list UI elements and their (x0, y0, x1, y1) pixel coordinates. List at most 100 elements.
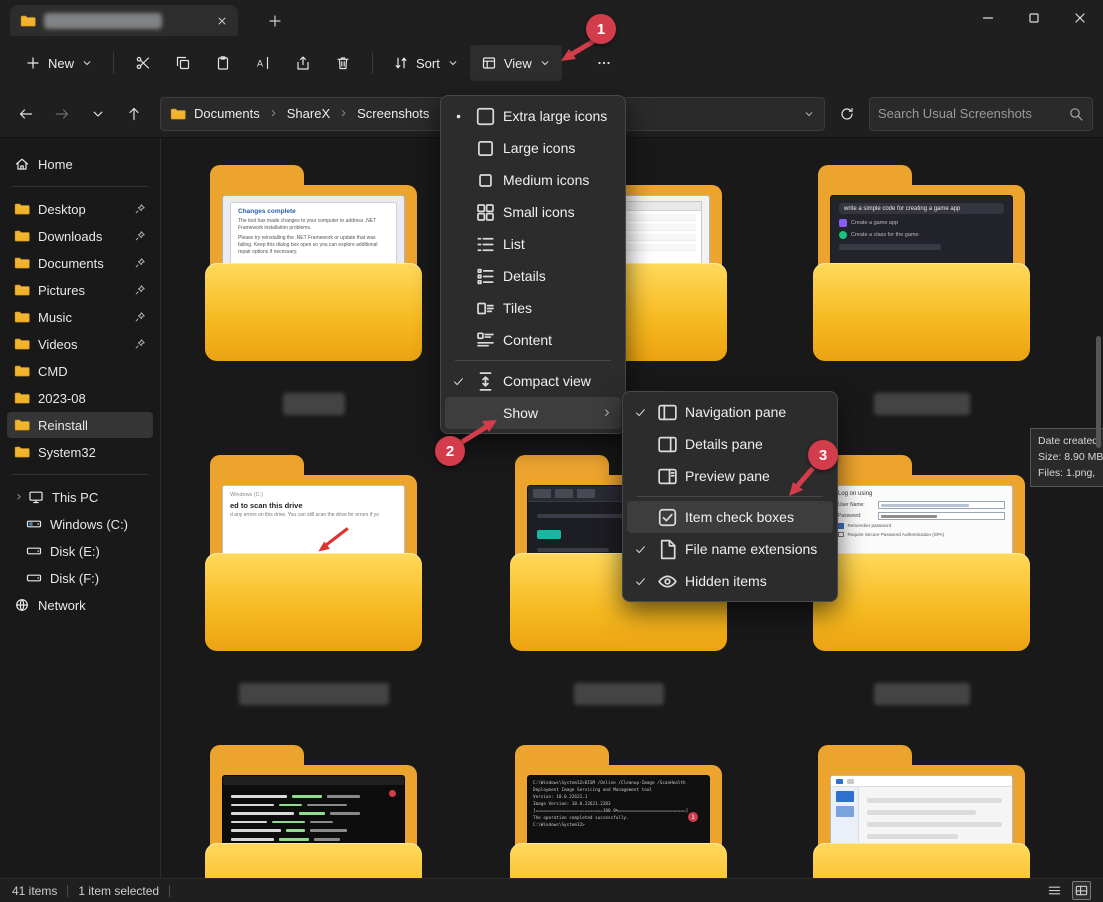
new-button[interactable]: New (14, 45, 104, 81)
menu-item-navigation-pane[interactable]: Navigation pane (627, 396, 833, 428)
breadcrumb-item[interactable]: ShareX (281, 103, 336, 124)
preview-part: Version: 10.0.22621.1 (533, 794, 704, 801)
menu-item-details-pane[interactable]: Details pane (627, 428, 833, 460)
close-button[interactable] (1057, 0, 1103, 36)
delete-button[interactable] (323, 45, 363, 81)
menu-item-list[interactable]: List (445, 228, 621, 260)
menu-item-extra-large-icons[interactable]: Extra large icons (445, 100, 621, 132)
sidebar-item-downloads[interactable]: Downloads (7, 223, 153, 249)
menu-item-compact-view[interactable]: Compact view (445, 365, 621, 397)
sidebar-item-disk-e[interactable]: Disk (E:) (7, 538, 153, 564)
chevron-right-icon[interactable] (338, 108, 349, 119)
menu-item-label: Preview pane (685, 468, 825, 484)
sidebar-item-label: Windows (C:) (50, 517, 146, 532)
preview-part (836, 806, 854, 817)
sidebar-item-documents[interactable]: Documents (7, 250, 153, 276)
rename-button[interactable]: A (243, 45, 283, 81)
refresh-button[interactable] (831, 98, 863, 130)
menu-item-item-check-boxes[interactable]: Item check boxes (627, 501, 833, 533)
annotation-badge-1: 1 (586, 14, 616, 44)
cut-button[interactable] (123, 45, 163, 81)
paste-button[interactable] (203, 45, 243, 81)
sort-button[interactable]: Sort (382, 45, 470, 81)
menu-item-file-name-extensions[interactable]: File name extensions (627, 533, 833, 565)
sidebar-item-label: CMD (38, 364, 146, 379)
sidebar-item-desktop[interactable]: Desktop (7, 196, 153, 222)
menu-item-details[interactable]: Details (445, 260, 621, 292)
check-icon (449, 375, 468, 388)
sidebar-item-this-pc[interactable]: This PC (7, 484, 153, 510)
preview-part (838, 523, 844, 529)
more-options-button[interactable] (584, 45, 624, 81)
folder-item-1[interactable]: Changes completeThe tool has made change… (201, 165, 426, 361)
sidebar-item-system32[interactable]: System32 (7, 439, 153, 465)
menu-item-hidden-items[interactable]: Hidden items (627, 565, 833, 597)
menu-item-label: Small icons (503, 204, 613, 220)
folder-icon (14, 417, 30, 433)
thumbnails-view-toggle[interactable] (1072, 881, 1091, 900)
large-icons-icon (474, 137, 497, 160)
menu-item-preview-pane[interactable]: Preview pane (627, 460, 833, 492)
folder-item-6[interactable]: Log on usingUser Name:Password:Remember … (809, 455, 1034, 651)
menu-item-label: Item check boxes (685, 509, 825, 525)
menu-item-show[interactable]: Show (445, 397, 621, 429)
folder-item-9[interactable] (809, 745, 1034, 878)
preview-part (838, 532, 844, 538)
folder-item-4[interactable]: Windows (C:)ed to scan this drived any e… (201, 455, 426, 651)
sidebar-item-network[interactable]: Network (7, 592, 153, 618)
view-button[interactable]: View (470, 45, 562, 81)
chevron-right-icon[interactable] (268, 108, 279, 119)
minimize-button[interactable] (965, 0, 1011, 36)
sidebar-item-cmd[interactable]: CMD (7, 358, 153, 384)
preview-part (292, 795, 322, 798)
svg-text:A: A (257, 59, 263, 69)
menu-separator (455, 360, 611, 361)
breadcrumb-item[interactable]: Documents (188, 103, 266, 124)
sidebar-item-reinstall[interactable]: Reinstall (7, 412, 153, 438)
statusbar-view-toggles (1045, 881, 1091, 900)
breadcrumb-item[interactable]: Screenshots (351, 103, 435, 124)
menu-item-tiles[interactable]: Tiles (445, 292, 621, 324)
sidebar-item-music[interactable]: Music (7, 304, 153, 330)
preview-part (839, 219, 847, 227)
new-tab-button[interactable] (262, 10, 288, 32)
preview-part (286, 829, 306, 832)
search-input[interactable] (878, 106, 1062, 121)
copy-button[interactable] (163, 45, 203, 81)
back-button[interactable] (10, 98, 42, 130)
menu-item-large-icons[interactable]: Large icons (445, 132, 621, 164)
tab-close-icon[interactable] (216, 15, 228, 27)
recent-locations-button[interactable] (82, 98, 114, 130)
preview-part: User Name: (838, 501, 1005, 509)
address-dropdown-icon[interactable] (803, 108, 815, 120)
sidebar-item-pictures[interactable]: Pictures (7, 277, 153, 303)
sidebar-item-videos[interactable]: Videos (7, 331, 153, 357)
view-menu: Extra large iconsLarge iconsMedium icons… (440, 95, 626, 434)
menu-item-label: File name extensions (685, 541, 825, 557)
sidebar-item-windows-c[interactable]: Windows (C:) (7, 511, 153, 537)
folder-item-7[interactable] (201, 745, 426, 878)
pin-icon (134, 203, 146, 215)
explorer-tab[interactable] (10, 5, 238, 36)
menu-item-medium-icons[interactable]: Medium icons (445, 164, 621, 196)
forward-button[interactable] (46, 98, 78, 130)
sidebar-item-2023-08[interactable]: 2023-08 (7, 385, 153, 411)
folder-item-3[interactable]: write a simple code for creating a game … (809, 165, 1034, 361)
folder-item-8[interactable]: C:\Windows\System32>DISM /Online /Cleanu… (506, 745, 731, 878)
share-button[interactable] (283, 45, 323, 81)
maximize-button[interactable] (1011, 0, 1057, 36)
up-button[interactable] (118, 98, 150, 130)
preview-part (231, 829, 396, 832)
sidebar-item-disk-f[interactable]: Disk (F:) (7, 565, 153, 591)
tiles-icon (474, 297, 497, 320)
preview-part (231, 829, 281, 832)
vertical-scrollbar[interactable] (1096, 336, 1101, 448)
details-view-toggle[interactable] (1045, 881, 1064, 900)
file-name-extensions-icon (656, 538, 679, 561)
extra-large-icons-icon (474, 105, 497, 128)
sidebar-item-home[interactable]: Home (7, 151, 153, 177)
menu-item-content[interactable]: Content (445, 324, 621, 356)
menu-item-small-icons[interactable]: Small icons (445, 196, 621, 228)
content-icon (474, 329, 497, 352)
small-icons-icon (474, 201, 497, 224)
